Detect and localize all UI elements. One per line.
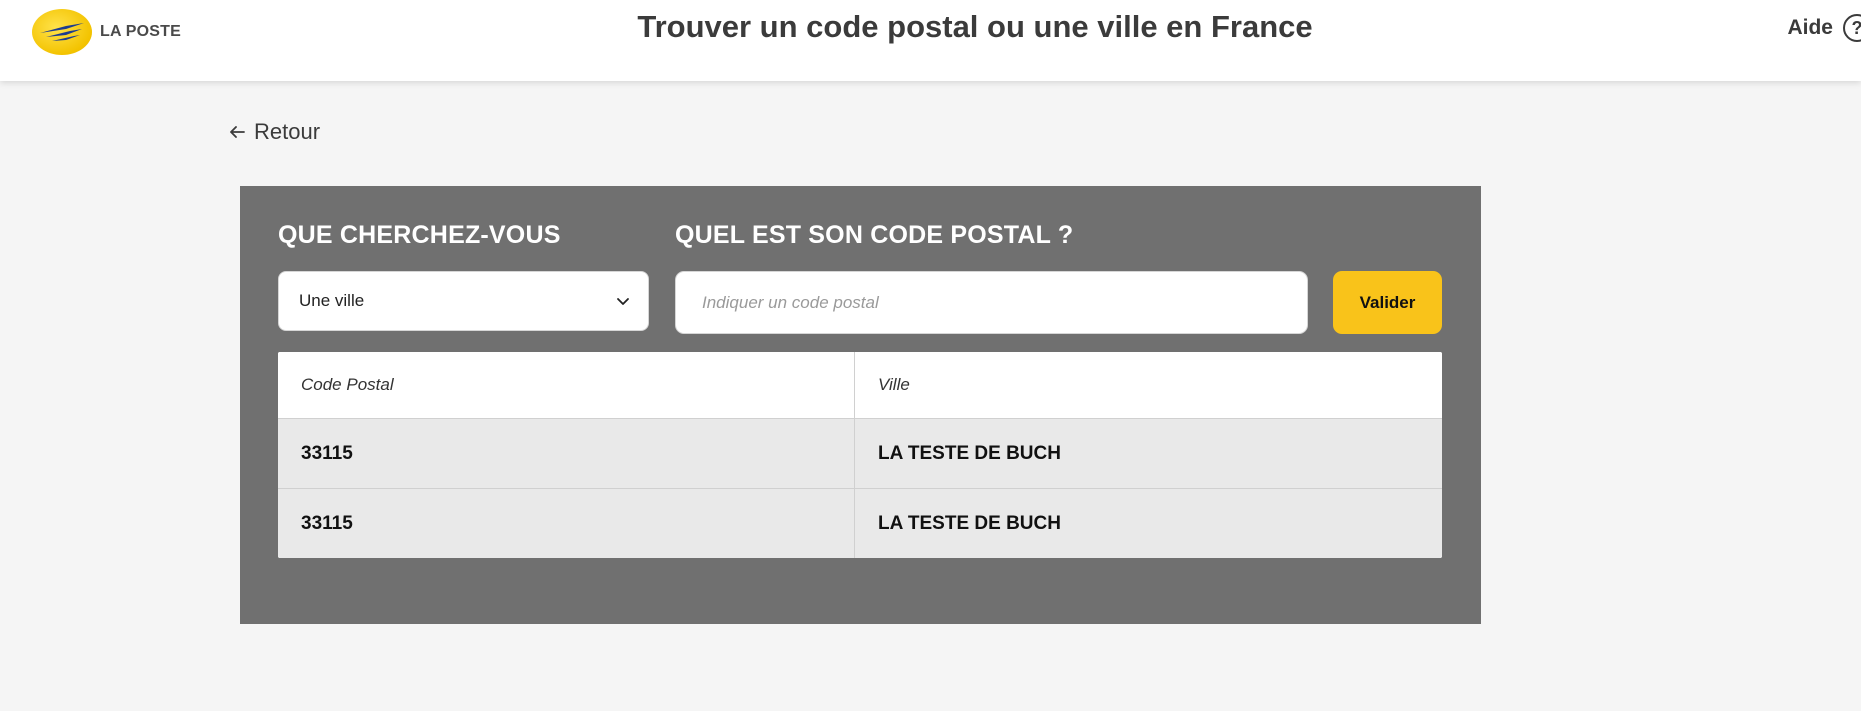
arrow-left-icon — [230, 126, 245, 138]
postal-code-input[interactable] — [675, 271, 1308, 334]
la-poste-logo-icon — [32, 9, 92, 55]
back-label: Retour — [254, 119, 321, 144]
validate-button[interactable]: Valider — [1333, 271, 1442, 334]
column-header-ville: Ville — [878, 375, 910, 394]
cell-ville: LA TESTE DE BUCH — [878, 442, 1061, 464]
help-link[interactable]: Aide ? — [1787, 14, 1861, 42]
table-header-row: Code Postal Ville — [278, 352, 1442, 418]
table-row[interactable]: 33115 LA TESTE DE BUCH — [278, 488, 1442, 558]
results-table: Code Postal Ville 33115 LA TESTE DE BUCH… — [278, 352, 1442, 558]
help-circle-icon: ? — [1843, 14, 1861, 42]
table-row[interactable]: 33115 LA TESTE DE BUCH — [278, 418, 1442, 488]
search-panel: QUE CHERCHEZ-VOUS QUEL EST SON CODE POST… — [240, 186, 1481, 624]
page-title: Trouver un code postal ou une ville en F… — [637, 9, 1313, 44]
page-title-wrapper: Trouver un code postal ou une ville en F… — [0, 9, 1861, 45]
postal-code-label: QUEL EST SON CODE POSTAL ? — [675, 221, 1074, 249]
chevron-down-icon — [617, 298, 629, 305]
search-type-value: Une ville — [299, 291, 365, 310]
column-header-code-postal: Code Postal — [278, 352, 855, 418]
la-poste-logo[interactable]: LA POSTE — [32, 9, 181, 55]
cell-code-postal: 33115 — [278, 419, 855, 488]
search-type-label: QUE CHERCHEZ-VOUS — [278, 221, 561, 249]
search-type-select[interactable]: Une ville — [278, 271, 649, 331]
cell-ville: LA TESTE DE BUCH — [878, 512, 1061, 534]
site-header: LA POSTE Trouver un code postal ou une v… — [0, 0, 1861, 81]
help-label: Aide — [1787, 16, 1833, 39]
cell-code-postal: 33115 — [278, 489, 855, 558]
back-link[interactable]: Retour — [228, 119, 320, 145]
brand-name: LA POSTE — [100, 23, 182, 40]
